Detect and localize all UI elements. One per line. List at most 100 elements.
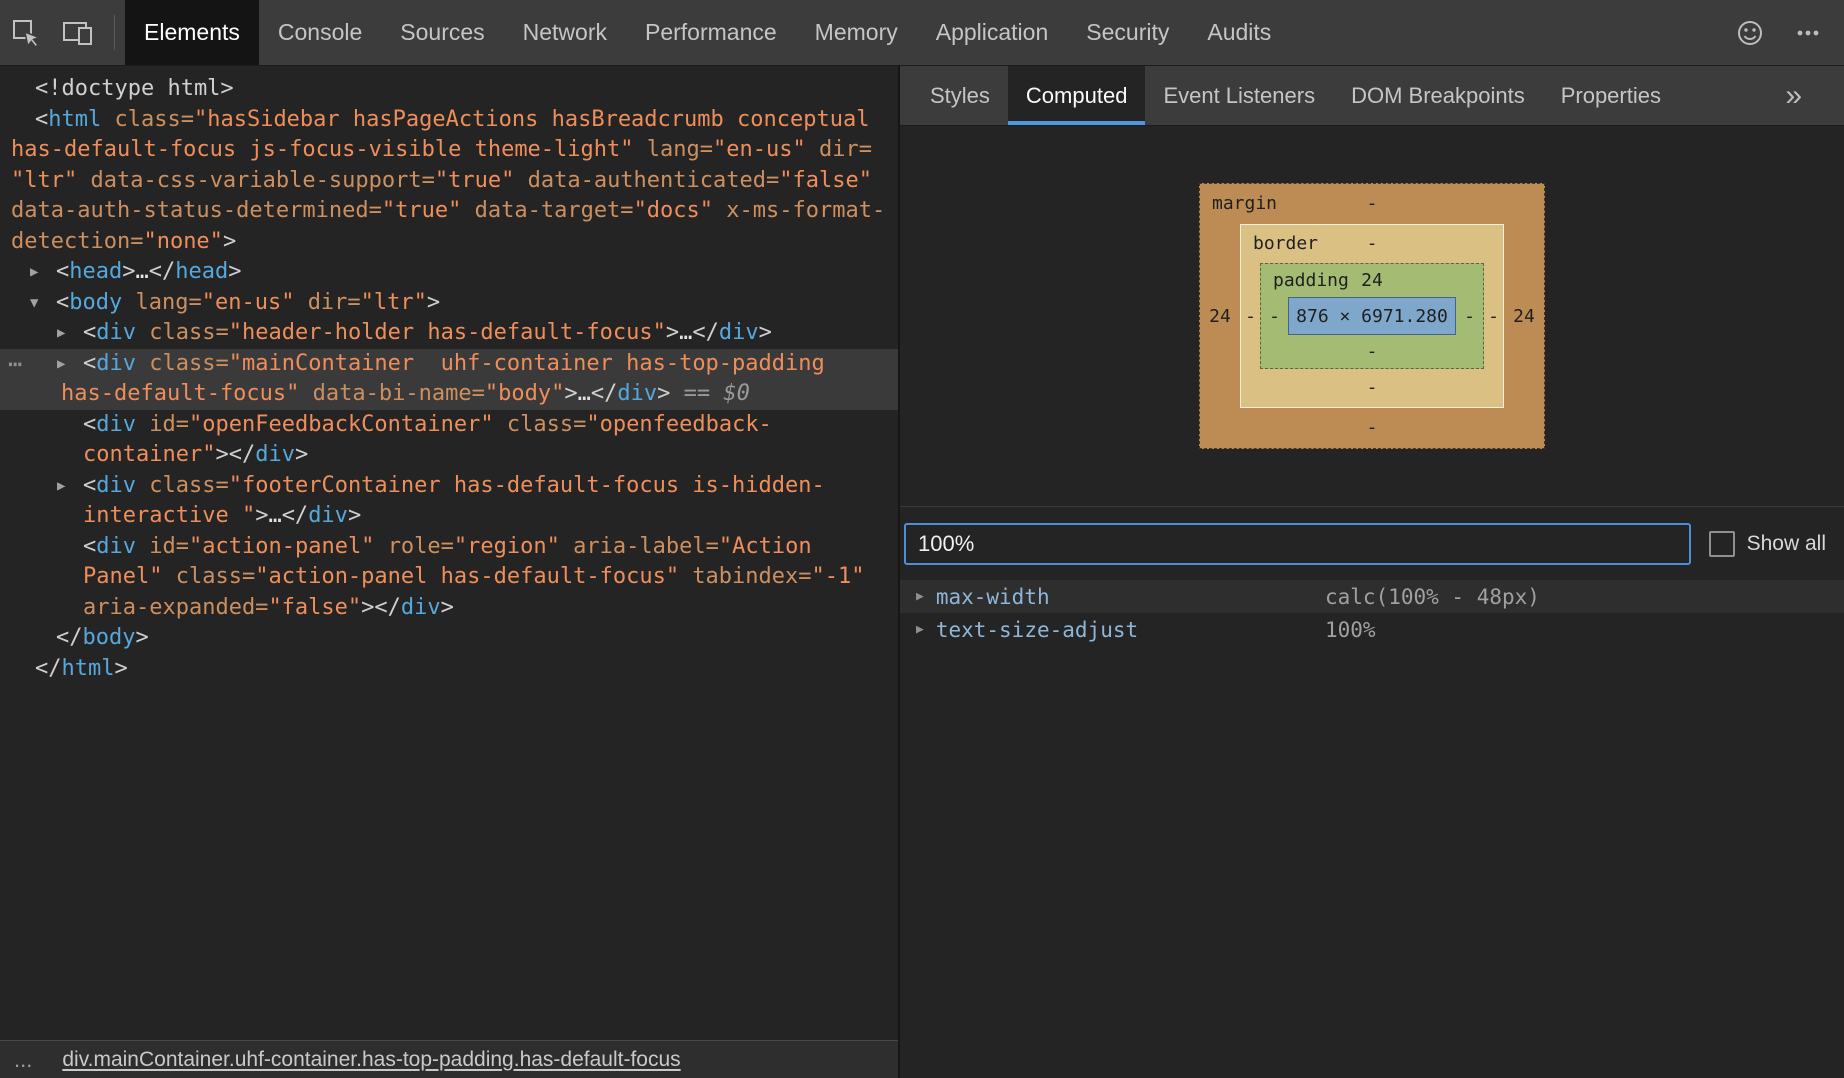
syntax-v: "ltr" <box>361 290 427 315</box>
syntax-t: div <box>96 534 136 559</box>
disclosure-arrow-icon[interactable]: ▶ <box>57 471 65 502</box>
dom-tree-node[interactable]: ▼<body lang="en-us" dir="ltr"> <box>0 288 898 319</box>
dom-tree-node[interactable]: has-default-focus" data-bi-name="body">…… <box>0 379 898 410</box>
tab-memory[interactable]: Memory <box>796 0 917 65</box>
box-model-margin[interactable]: margin - 24 border - - <box>1199 183 1545 449</box>
device-toolbar-button[interactable] <box>52 0 104 65</box>
margin-top-value[interactable]: - <box>1367 193 1378 214</box>
tab-sources[interactable]: Sources <box>381 0 503 65</box>
disclosure-arrow-icon[interactable]: ▶ <box>916 589 924 604</box>
syntax-p <box>162 564 175 589</box>
syntax-p <box>136 473 149 498</box>
node-markup: </html> <box>0 654 128 685</box>
computed-property-row[interactable]: ▶text-size-adjust100% <box>900 613 1844 646</box>
box-model-border[interactable]: border - - padding 24 <box>1240 224 1504 408</box>
dom-tree-node[interactable]: <html class="hasSidebar hasPageActions h… <box>0 105 898 136</box>
node-markup: has-default-focus js-focus-visible theme… <box>0 135 872 166</box>
filter-input[interactable] <box>904 523 1691 565</box>
disclosure-arrow-icon[interactable]: ▼ <box>30 288 38 319</box>
syntax-p: > <box>295 442 308 467</box>
syntax-t: body <box>83 625 136 650</box>
dom-tree-node[interactable]: interactive ">…</div> <box>0 501 898 532</box>
dom-tree-node[interactable]: data-auth-status-determined="true" data-… <box>0 196 898 227</box>
tab-application[interactable]: Application <box>917 0 1068 65</box>
dom-tree-node[interactable]: ▶<div class="footerContainer has-default… <box>0 471 898 502</box>
margin-right-value[interactable]: 24 <box>1504 306 1544 327</box>
inspect-button[interactable] <box>0 0 52 65</box>
dom-tree-node[interactable]: has-default-focus js-focus-visible theme… <box>0 135 898 166</box>
breadcrumb-overflow-button[interactable]: ... <box>14 1050 32 1070</box>
dom-tree-node[interactable]: </body> <box>0 623 898 654</box>
box-model-content[interactable]: 876 × 6971.280 <box>1288 297 1456 335</box>
border-top-value[interactable]: - <box>1367 233 1378 254</box>
breadcrumb-item-selected[interactable]: div.mainContainer.uhf-container.has-top-… <box>62 1048 680 1072</box>
disclosure-arrow-icon[interactable]: ▶ <box>916 622 924 637</box>
border-label: border <box>1253 225 1318 263</box>
padding-bottom-value[interactable]: - <box>1367 341 1378 362</box>
more-tabs-chevron-icon[interactable]: » <box>1785 79 1802 113</box>
syntax-p: > <box>223 229 236 254</box>
dom-tree-node[interactable]: <div id="action-panel" role="region" ari… <box>0 532 898 563</box>
disclosure-arrow-icon[interactable]: ▶ <box>57 318 65 349</box>
node-overflow-dots-icon[interactable]: ⋯ <box>8 349 20 380</box>
dom-tree-node[interactable]: ▶<div class="header-holder has-default-f… <box>0 318 898 349</box>
padding-top-value[interactable]: 24 <box>1361 270 1383 291</box>
node-markup: <div id="openFeedbackContainer" class="o… <box>0 410 772 441</box>
tab-performance[interactable]: Performance <box>626 0 796 65</box>
elements-panel: <!doctype html><html class="hasSidebar h… <box>0 66 900 1078</box>
node-markup: aria-expanded="false"></div> <box>0 593 454 624</box>
dom-tree-node[interactable]: detection="none"> <box>0 227 898 258</box>
syntax-p: ></ <box>361 595 401 620</box>
syntax-a: dir= <box>819 137 872 162</box>
tab-audits[interactable]: Audits <box>1188 0 1290 65</box>
dom-tree-node[interactable]: ▶<head>…</head> <box>0 257 898 288</box>
padding-left-value[interactable]: - <box>1261 306 1288 327</box>
overflow-menu-button[interactable] <box>1792 18 1824 48</box>
disclosure-arrow-icon[interactable]: ▶ <box>57 349 65 380</box>
sidebar-tab-strip: StylesComputedEvent ListenersDOM Breakpo… <box>900 66 1844 126</box>
tab-properties[interactable]: Properties <box>1543 66 1679 125</box>
padding-right-value[interactable]: - <box>1456 306 1483 327</box>
syntax-v: "body" <box>485 381 564 406</box>
syntax-e: … <box>578 381 591 406</box>
dom-tree-node[interactable]: "ltr" data-css-variable-support="true" d… <box>0 166 898 197</box>
dom-tree-node[interactable]: aria-expanded="false"></div> <box>0 593 898 624</box>
margin-left-value[interactable]: 24 <box>1200 306 1240 327</box>
border-right-value[interactable]: - <box>1484 306 1503 327</box>
node-markup: has-default-focus" data-bi-name="body">…… <box>0 379 750 410</box>
tab-security[interactable]: Security <box>1067 0 1188 65</box>
syntax-a: class= <box>149 320 228 345</box>
inspect-cursor-icon <box>9 16 43 50</box>
dom-tree-node[interactable]: container"></div> <box>0 440 898 471</box>
feedback-button[interactable] <box>1734 18 1766 48</box>
main-tab-strip: ElementsConsoleSourcesNetworkPerformance… <box>125 0 1290 65</box>
computed-property-row[interactable]: ▶max-widthcalc(100% - 48px) <box>900 580 1844 613</box>
box-model-padding[interactable]: padding 24 - 876 × 6971.280 <box>1260 263 1484 369</box>
border-bottom-value[interactable]: - <box>1367 377 1378 398</box>
tab-event-listeners[interactable]: Event Listeners <box>1145 66 1333 125</box>
dom-tree-node[interactable]: ⋯▶<div class="mainContainer uhf-containe… <box>0 349 898 380</box>
syntax-p <box>806 137 819 162</box>
tab-console[interactable]: Console <box>259 0 381 65</box>
node-markup: container"></div> <box>0 440 308 471</box>
margin-bottom-value[interactable]: - <box>1367 417 1378 438</box>
dom-tree-node[interactable]: </html> <box>0 654 898 685</box>
computed-properties-list: ▶max-widthcalc(100% - 48px)▶text-size-ad… <box>900 580 1844 1078</box>
property-name: max-width <box>936 585 1050 609</box>
tab-elements[interactable]: Elements <box>125 0 259 65</box>
dom-tree-node[interactable]: <div id="openFeedbackContainer" class="o… <box>0 410 898 441</box>
disclosure-arrow-icon[interactable]: ▶ <box>30 257 38 288</box>
syntax-v: "action-panel has-default-focus" <box>255 564 679 589</box>
border-left-value[interactable]: - <box>1241 306 1260 327</box>
show-all-checkbox[interactable] <box>1709 531 1735 557</box>
tab-computed[interactable]: Computed <box>1008 66 1146 125</box>
syntax-v: "true" <box>435 168 514 193</box>
tab-dom-breakpoints[interactable]: DOM Breakpoints <box>1333 66 1543 125</box>
syntax-p: < <box>83 473 96 498</box>
tab-network[interactable]: Network <box>504 0 626 65</box>
syntax-v: "mainContainer uhf-container has-top-pad… <box>229 351 825 376</box>
tab-styles[interactable]: Styles <box>912 66 1008 125</box>
dom-tree-node[interactable]: Panel" class="action-panel has-default-f… <box>0 562 898 593</box>
syntax-p: </ <box>692 320 719 345</box>
dom-tree-node[interactable]: <!doctype html> <box>0 74 898 105</box>
